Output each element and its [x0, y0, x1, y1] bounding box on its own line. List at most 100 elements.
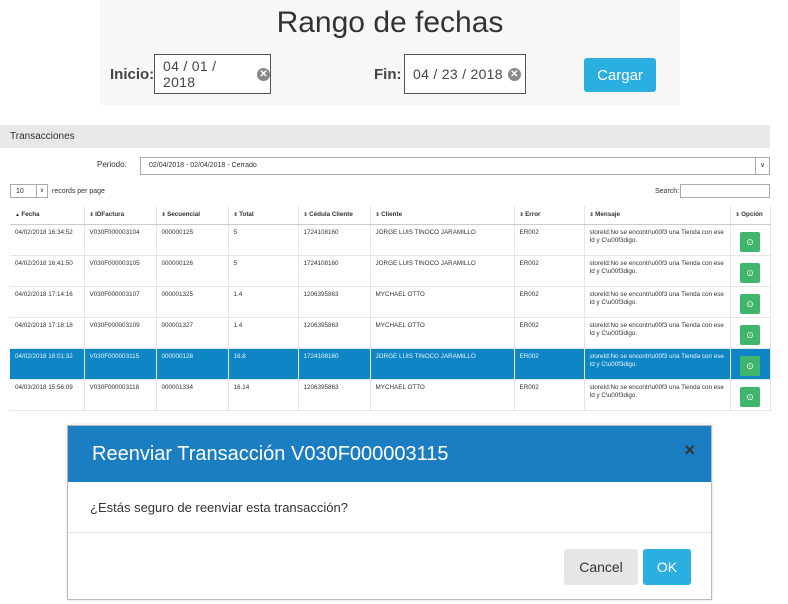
column-header[interactable]: ⇕ Error [514, 206, 585, 225]
cell-fecha: 04/02/2018 17:14:16 [10, 286, 85, 318]
transactions-header: Transacciones [0, 125, 770, 148]
resend-icon: ⊙ [746, 360, 754, 371]
cell-sec: 000001334 [156, 379, 229, 411]
records-per-page: 10 ∨ records per page [10, 184, 105, 198]
cell-cedula: 1724108160 [298, 224, 371, 256]
inicio-label: Inicio: [110, 66, 155, 83]
resend-button[interactable]: ⊙ [740, 293, 760, 314]
cell-cedula: 1206395863 [298, 379, 371, 411]
modal-header: Reenviar Transacción V030F000003115 × [68, 426, 711, 482]
cell-error: ER002 [514, 286, 585, 318]
column-header[interactable]: ⇕ Total [228, 206, 299, 225]
search-input[interactable] [680, 184, 770, 198]
date-range-panel: Rango de fechas Inicio: 04 / 01 / 2018 ✕… [100, 0, 680, 105]
column-header-label: Cliente [381, 211, 403, 219]
cell-total: 1.4 [228, 317, 299, 349]
modal-message: ¿Estás seguro de reenviar esta transacci… [90, 500, 348, 515]
cell-mensaje: storeId:No se encontr\u00f3 una Tienda c… [584, 348, 731, 380]
transactions-table: ▲ Fecha ⇕ IDFactura ⇕ Secuencial ⇕ Total ⇕ C… [10, 206, 771, 411]
cell-cedula: 1724108160 [298, 348, 371, 380]
records-label: records per page [52, 187, 105, 195]
resend-icon: ⊙ [746, 236, 754, 247]
resend-icon: ⊙ [746, 298, 754, 309]
cell-total: 16.8 [228, 348, 299, 380]
close-icon[interactable]: × [684, 440, 695, 461]
column-header[interactable]: ⇕ Secuencial [156, 206, 229, 225]
column-header-label: Opción [741, 211, 763, 219]
column-header-label: Secuencial [167, 211, 200, 219]
records-value: 10 [16, 187, 24, 195]
column-header[interactable]: ⇕ Cédula Cliente [298, 206, 371, 225]
table-row[interactable]: 04/02/2018 18:01:32 V030F000003115 0000001… [10, 348, 771, 380]
column-header-label: Fecha [21, 211, 40, 219]
modal-divider [68, 532, 711, 533]
cell-mensaje: storeId:No se encontr\u00f3 una Tienda c… [584, 255, 731, 287]
clear-inicio-icon[interactable]: ✕ [257, 67, 270, 81]
cell-mensaje: storeId:No se encontr\u00f3 una Tienda c… [584, 379, 731, 411]
column-header-label: IDFactura [95, 211, 125, 219]
cell-cliente: JORGE LUIS TINOCO JARAMILLO [370, 348, 515, 380]
modal-title: Reenviar Transacción V030F000003115 [92, 443, 449, 465]
cell-opcion: ⊙ [730, 286, 771, 318]
periodo-value: 02/04/2018 - 02/04/2018 - Cerrado [149, 162, 257, 169]
date-range-title: Rango de fechas [276, 6, 504, 39]
cell-cliente: JORGE LUIS TINOCO JARAMILLO [370, 255, 515, 287]
cell-sec: 000001325 [156, 286, 229, 318]
cell-id: V030F000003115 [84, 348, 157, 380]
table-row[interactable]: 04/02/2018 16:34:52 V030F000003104 0000001… [10, 224, 771, 256]
column-header[interactable]: ⇕ Opción [730, 206, 771, 225]
cell-id: V030F000003109 [84, 317, 157, 349]
column-header[interactable]: ⇕ Cliente [370, 206, 515, 225]
fin-date-input[interactable]: 04 / 23 / 2018 ✕ [404, 54, 526, 94]
cancel-button[interactable]: Cancel [564, 549, 638, 585]
column-header[interactable]: ▲ Fecha [10, 206, 85, 225]
column-header[interactable]: ⇕ Mensaje [584, 206, 731, 225]
periodo-select[interactable]: 02/04/2018 - 02/04/2018 - Cerrado ∨ [140, 157, 770, 175]
table-row[interactable]: 04/02/2018 17:14:16 V030F000003107 0000013… [10, 286, 771, 318]
table-row[interactable]: 04/02/2018 16:41:50 V030F000003105 0000001… [10, 255, 771, 287]
reenviar-modal: Reenviar Transacción V030F000003115 × ¿E… [67, 425, 712, 600]
resend-button[interactable]: ⊙ [740, 231, 760, 252]
cell-fecha: 04/03/2018 15:56:09 [10, 379, 85, 411]
cell-id: V030F000003104 [84, 224, 157, 256]
cell-opcion: ⊙ [730, 317, 771, 349]
column-header-label: Cédula Cliente [309, 211, 353, 219]
column-header-label: Total [239, 211, 254, 219]
cell-total: 5 [228, 224, 299, 256]
resend-icon: ⊙ [746, 267, 754, 278]
resend-button[interactable]: ⊙ [740, 355, 760, 376]
inicio-date-input[interactable]: 04 / 01 / 2018 ✕ [154, 54, 271, 94]
clear-fin-icon[interactable]: ✕ [507, 67, 521, 81]
cell-fecha: 04/02/2018 16:34:52 [10, 224, 85, 256]
cell-id: V030F000003105 [84, 255, 157, 287]
cell-opcion: ⊙ [730, 255, 771, 287]
cell-sec: 000001327 [156, 317, 229, 349]
resend-button[interactable]: ⊙ [740, 324, 760, 345]
inicio-date-value: 04 / 01 / 2018 [163, 58, 217, 90]
cell-opcion: ⊙ [730, 224, 771, 256]
cell-mensaje: storeId:No se encontr\u00f3 una Tienda c… [584, 224, 731, 256]
resend-button[interactable]: ⊙ [740, 386, 760, 407]
records-select[interactable]: 10 ∨ [10, 184, 48, 198]
cell-error: ER002 [514, 255, 585, 287]
cell-sec: 000000128 [156, 348, 229, 380]
table-header-row: ▲ Fecha ⇕ IDFactura ⇕ Secuencial ⇕ Total ⇕ C… [10, 206, 771, 225]
cell-fecha: 04/02/2018 18:01:32 [10, 348, 85, 380]
ok-button[interactable]: OK [643, 549, 691, 585]
fin-date-value: 04 / 23 / 2018 [413, 66, 503, 82]
column-header[interactable]: ⇕ IDFactura [84, 206, 157, 225]
table-row[interactable]: 04/02/2018 17:18:18 V030F000003109 0000013… [10, 317, 771, 349]
cell-error: ER002 [514, 317, 585, 349]
table-row[interactable]: 04/03/2018 15:56:09 V030F000003118 0000013… [10, 379, 771, 411]
cell-fecha: 04/02/2018 16:41:50 [10, 255, 85, 287]
resend-button[interactable]: ⊙ [740, 262, 760, 283]
cell-opcion: ⊙ [730, 379, 771, 411]
search-label: Search: [655, 188, 680, 195]
cell-sec: 000000126 [156, 255, 229, 287]
cell-id: V030F000003107 [84, 286, 157, 318]
cargar-button[interactable]: Cargar [584, 58, 656, 92]
cell-cedula: 1724108160 [298, 255, 371, 287]
cell-cliente: MYCHAEL OTTO [370, 379, 515, 411]
column-header-label: Mensaje [595, 211, 620, 219]
cell-cedula: 1206395863 [298, 317, 371, 349]
